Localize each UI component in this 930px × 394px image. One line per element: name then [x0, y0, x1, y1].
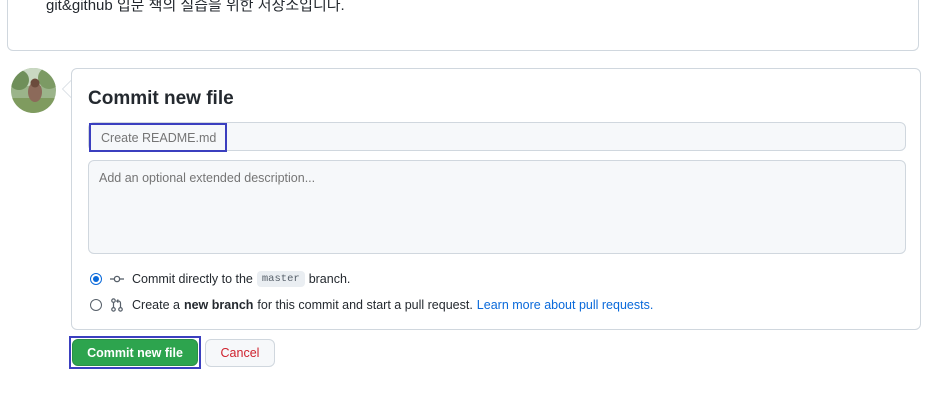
cancel-button[interactable]: Cancel — [205, 339, 275, 367]
commit-direct-label: Commit directly to the — [132, 272, 253, 286]
learn-more-link[interactable]: Learn more about pull requests. — [477, 298, 654, 312]
commit-summary-input[interactable] — [89, 123, 227, 152]
commit-new-file-button[interactable]: Commit new file — [72, 339, 198, 366]
git-pull-request-icon — [110, 298, 124, 312]
new-branch-bold: new branch — [183, 298, 254, 312]
repo-description: git&github 입문 책의 실습을 위한 저장소입니다. — [46, 0, 345, 14]
branch-name: master — [256, 271, 305, 287]
commit-title: Commit new file — [88, 88, 234, 109]
commit-summary-field — [88, 122, 906, 152]
avatar[interactable] — [11, 68, 56, 113]
readme-description-box: git&github 입문 책의 실습을 위한 저장소입니다. — [7, 0, 919, 51]
git-commit-icon — [110, 272, 124, 286]
new-branch-radio[interactable] — [90, 299, 102, 311]
commit-direct-option[interactable]: Commit directly to the master branch. — [90, 271, 350, 287]
new-branch-suffix: for this commit and start a pull request… — [257, 298, 473, 312]
commit-form: Commit new file Commit directly to the m… — [71, 68, 921, 330]
commit-description-textarea[interactable] — [88, 160, 906, 254]
commit-direct-suffix: branch. — [308, 272, 351, 286]
new-branch-option[interactable]: Create a new branch for this commit and … — [90, 298, 653, 312]
comment-arrow-fill — [63, 81, 71, 97]
new-branch-prefix: Create a — [132, 298, 180, 312]
commit-direct-radio[interactable] — [90, 273, 102, 285]
